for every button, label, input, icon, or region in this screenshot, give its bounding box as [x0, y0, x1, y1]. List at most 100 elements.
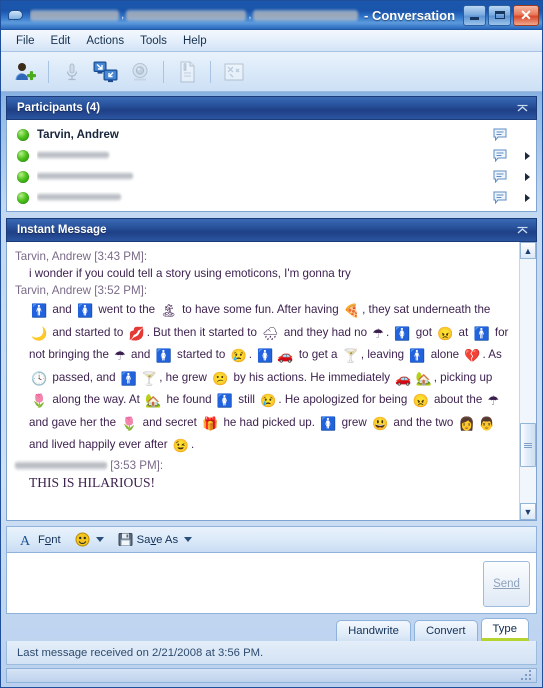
- scroll-down-button[interactable]: ▼: [520, 503, 536, 520]
- chevron-down-icon: [95, 537, 104, 542]
- tab-handwrite[interactable]: Handwrite: [336, 620, 411, 641]
- redacted-participant-name-1: [30, 9, 120, 21]
- expand-arrow-icon[interactable]: [525, 172, 530, 181]
- moon-icon: 🌙: [31, 325, 48, 341]
- tab-type[interactable]: Type: [480, 618, 529, 641]
- status-online-icon: [17, 149, 29, 162]
- instant-message-panel: Instant Message Tarvin, Andrew [3:43 PM]…: [6, 218, 537, 521]
- broken-heart-icon: 💔: [464, 348, 481, 363]
- person-sitting-icon: 👨: [478, 415, 495, 431]
- send-button-label: Send: [493, 578, 520, 590]
- chat-bubble-icon[interactable]: [493, 128, 507, 141]
- girl-icon: 🚺: [216, 393, 234, 408]
- emoticon-story-text: 🚹 and 🚺 went to the 🏝 to have some fun. …: [29, 303, 509, 453]
- resize-grip-icon[interactable]: [521, 670, 533, 680]
- invite-person-icon: [15, 62, 36, 80]
- scrollbar-thumb[interactable]: [520, 423, 536, 467]
- emoticon-button[interactable]: [75, 532, 104, 547]
- font-button[interactable]: A Font: [19, 532, 61, 548]
- crying-face-icon: 😢: [260, 393, 277, 408]
- input-mode-tabs: Handwrite Convert Type: [6, 617, 537, 641]
- umbrella-icon: ☂: [487, 393, 500, 408]
- participant-name-redacted: [37, 171, 485, 183]
- toolbar-separator-2: [163, 60, 164, 83]
- expand-arrow-icon[interactable]: [525, 193, 530, 202]
- row-actions: [493, 128, 530, 141]
- list-item[interactable]: [7, 145, 536, 166]
- big-smile-icon: 😃: [371, 415, 389, 431]
- message-sender-line: Tarvin, Andrew [3:43 PM]:: [15, 250, 148, 263]
- menu-item-edit[interactable]: Edit: [43, 33, 79, 49]
- maximize-button[interactable]: [488, 4, 511, 26]
- chat-bubble-icon[interactable]: [493, 191, 507, 204]
- cocktail-icon: 🍸: [141, 370, 158, 386]
- girl-icon: 🚺: [155, 348, 172, 363]
- person-serving-icon: 👩: [458, 415, 475, 431]
- send-file-icon: [180, 61, 195, 82]
- font-A-icon: A: [20, 534, 31, 547]
- floppy-disk-icon: [118, 533, 133, 546]
- menu-item-help[interactable]: Help: [175, 33, 215, 49]
- car-icon: 🚗: [395, 370, 412, 386]
- boy-icon: 🚹: [473, 325, 490, 341]
- list-item[interactable]: [7, 187, 536, 208]
- status-online-icon: [17, 128, 29, 141]
- expand-arrow-icon[interactable]: [525, 151, 530, 160]
- message-text: i wonder if you could tell a story using…: [29, 267, 351, 280]
- chat-bubble-icon[interactable]: [493, 149, 507, 162]
- crying-face-icon: 😢: [230, 348, 247, 363]
- share-desktop-icon: [93, 61, 118, 82]
- menu-item-file[interactable]: File: [8, 33, 43, 49]
- minimize-icon: [470, 16, 479, 20]
- wink-face-icon: 😉: [172, 438, 189, 453]
- send-button[interactable]: Send: [483, 561, 530, 607]
- house-icon: 🏡: [145, 393, 162, 408]
- redacted-sender-name: [15, 460, 107, 470]
- menu-item-tools[interactable]: Tools: [132, 33, 175, 49]
- compose-area: A Font Save As Send Handwrite Convert Ty…: [6, 526, 537, 641]
- content-area: Participants (4) Tarvin, Andrew Instant …: [1, 92, 542, 641]
- status-text-row: Last message received on 2/21/2008 at 3:…: [6, 641, 537, 665]
- boy-icon: 🚹: [31, 303, 48, 318]
- tab-convert[interactable]: Convert: [413, 620, 478, 641]
- rain-cloud-icon: 🌧: [262, 325, 279, 341]
- list-item[interactable]: [7, 166, 536, 187]
- minimize-button[interactable]: [463, 4, 486, 26]
- status-online-icon: [17, 170, 29, 183]
- row-actions: [493, 149, 530, 162]
- umbrella-icon: ☂: [114, 348, 126, 363]
- close-button[interactable]: ✕: [513, 4, 539, 26]
- whiteboard-button[interactable]: [219, 57, 249, 87]
- chat-bubble-icon[interactable]: [493, 170, 507, 183]
- transcript-scrollbar[interactable]: ▲ ▼: [519, 242, 536, 520]
- kiss-lips-icon: 💋: [128, 325, 145, 341]
- scrollbar-track[interactable]: [520, 259, 536, 503]
- webcam-button[interactable]: [125, 57, 155, 87]
- collapse-chevron-icon[interactable]: [514, 100, 530, 116]
- send-file-button[interactable]: [172, 57, 202, 87]
- cocktail-icon: 🍸: [342, 348, 359, 363]
- toolbar-separator-1: [48, 60, 49, 83]
- collapse-chevron-icon[interactable]: [514, 222, 530, 238]
- row-actions: [493, 170, 530, 183]
- chevron-up-icon: [517, 226, 527, 234]
- scroll-up-button[interactable]: ▲: [520, 242, 536, 259]
- microphone-icon: [66, 63, 78, 80]
- message-transcript[interactable]: Tarvin, Andrew [3:43 PM]: i wonder if yo…: [7, 242, 519, 520]
- save-as-button[interactable]: Save As: [118, 532, 193, 547]
- close-icon: ✕: [520, 7, 532, 23]
- menu-item-actions[interactable]: Actions: [78, 33, 132, 49]
- sad-face-icon: 😕: [212, 370, 229, 386]
- list-item[interactable]: Tarvin, Andrew: [7, 124, 536, 145]
- share-desktop-button[interactable]: [91, 57, 121, 87]
- boy-icon: 🚹: [120, 370, 137, 386]
- menu-bar: File Edit Actions Tools Help: [1, 30, 542, 52]
- clock-icon: 🕓: [31, 370, 48, 386]
- title-bar: , , - Conversation ✕: [1, 1, 542, 30]
- invite-person-button[interactable]: [10, 57, 40, 87]
- microphone-button[interactable]: [57, 57, 87, 87]
- pizza-icon: 🍕: [343, 303, 361, 318]
- toolbar: [1, 52, 542, 92]
- gift-icon: 🎁: [202, 415, 219, 431]
- message-input[interactable]: [7, 553, 536, 613]
